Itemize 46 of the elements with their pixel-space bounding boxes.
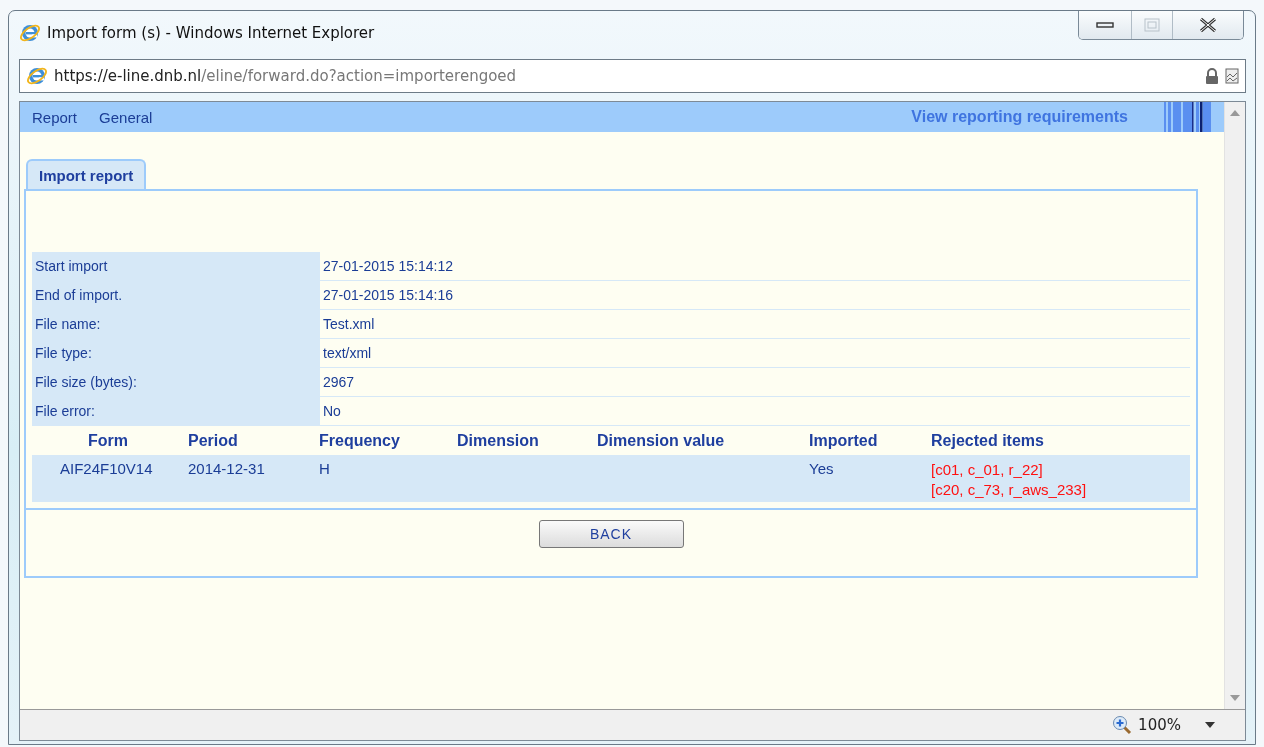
- field-value: 2967: [322, 373, 356, 392]
- field-label: File name:: [32, 310, 320, 338]
- zoom-level[interactable]: 100%: [1138, 716, 1181, 734]
- field-value: No: [322, 402, 342, 421]
- table-cell-text: 2014-12-31: [188, 460, 266, 479]
- scroll-down-icon[interactable]: [1230, 695, 1240, 701]
- address-bar[interactable]: https://e-line.dnb.nl/eline/forward.do?action=importerengoed: [19, 59, 1246, 93]
- back-button[interactable]: BACK: [538, 520, 684, 548]
- minimize-button[interactable]: [1079, 11, 1131, 39]
- column-header: Form: [87, 431, 129, 450]
- column-header: Dimension value: [597, 431, 726, 450]
- table-cell-text: Yes: [809, 460, 835, 479]
- field-value: Test.xml: [322, 315, 376, 334]
- close-icon: [1199, 17, 1217, 33]
- field-label: File type:: [32, 339, 320, 367]
- stripe-pattern-icon: [1164, 102, 1212, 132]
- minimize-icon: [1096, 22, 1114, 28]
- field-value: text/xml: [322, 344, 373, 363]
- close-button[interactable]: [1172, 11, 1243, 39]
- browser-logo-icon: [19, 22, 41, 44]
- field-value: 27-01-2015 15:14:12: [322, 257, 454, 276]
- field-label: Start import: [32, 252, 320, 280]
- column-header: Dimension: [457, 431, 540, 450]
- broken-page-icon[interactable]: [1225, 68, 1239, 84]
- field-label: File size (bytes):: [32, 368, 320, 396]
- table-cell-text: H: [319, 460, 331, 479]
- browser-logo-icon: [26, 65, 48, 87]
- column-header: Rejected items: [931, 431, 1045, 450]
- tab[interactable]: Import report: [26, 159, 147, 189]
- column-header: Period: [188, 431, 239, 450]
- scroll-up-icon[interactable]: [1230, 110, 1240, 116]
- table-cell-text: AIF24F10V14: [59, 460, 154, 479]
- lock-icon: [1205, 68, 1219, 84]
- dropdown-arrow-icon[interactable]: [1205, 722, 1215, 728]
- field-value: 27-01-2015 15:14:16: [322, 286, 454, 305]
- maximize-icon: [1144, 18, 1160, 32]
- menu-item[interactable]: Report: [32, 108, 78, 126]
- zoom-icon[interactable]: [1112, 715, 1133, 735]
- window-title: Import form (s) - Windows Internet Explorer: [47, 24, 375, 42]
- column-header: Frequency: [319, 431, 401, 450]
- scrollbar[interactable]: [1224, 102, 1245, 709]
- field-label: File error:: [32, 397, 320, 425]
- column-header: Imported: [809, 431, 879, 450]
- field-label: End of import.: [32, 281, 320, 309]
- rejected-items: [c01, c_01, r_22] [c20, c_73, r_aws_233]: [931, 460, 1088, 500]
- menu-item[interactable]: General: [99, 108, 153, 126]
